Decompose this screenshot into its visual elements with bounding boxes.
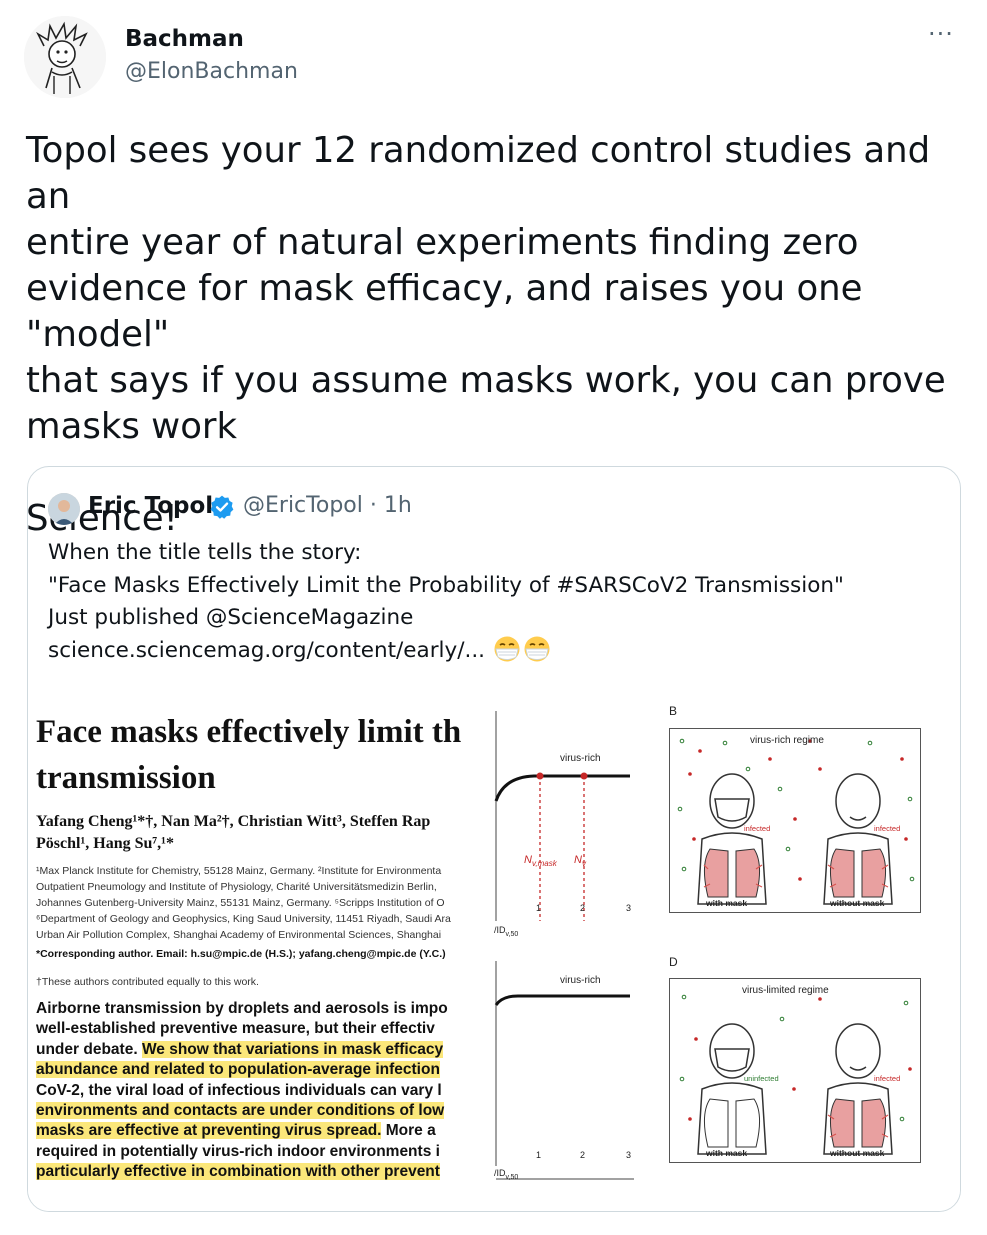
- tick-label: 2: [580, 903, 585, 913]
- graph-top: virus-rich Nv,mask Nv 1 2 3 /IDv,50: [494, 711, 631, 938]
- svg-text:infected: infected: [874, 1074, 900, 1083]
- abstract-line: masks are effective at preventing virus …: [36, 1122, 436, 1140]
- virus-rich-regime-illustration: virus-rich regime infected infected with…: [677, 735, 915, 908]
- svg-text:infected: infected: [874, 824, 900, 833]
- abstract-line: Airborne transmission by droplets and ae…: [36, 1000, 448, 1017]
- panel-d: virus-limited regime uninfected infected…: [669, 978, 921, 1163]
- quoted-tweet-image[interactable]: Face masks effectively limit th transmis…: [28, 681, 960, 1211]
- author-handle[interactable]: @ElonBachman: [125, 59, 298, 84]
- paper-title: Face masks effectively limit th transmis…: [36, 714, 462, 796]
- abstract-line: environments and contacts are under cond…: [36, 1102, 445, 1120]
- tick-label: 3: [626, 903, 631, 913]
- abstract-line: well-established preventive measure, but…: [36, 1020, 435, 1038]
- paper-corresponding-author: *Corresponding author. Email: h.su@mpic.…: [36, 948, 446, 960]
- quoted-timestamp: · 1h: [369, 493, 412, 518]
- graph-top-label: virus-rich: [560, 753, 601, 764]
- svg-text:with mask: with mask: [705, 898, 747, 908]
- svg-text:without mask: without mask: [829, 1148, 885, 1158]
- svg-text:with mask: with mask: [705, 1148, 747, 1158]
- nv-label: Nv: [574, 854, 587, 868]
- person-photo-icon: [48, 493, 80, 525]
- quoted-tweet-text: When the title tells the story: "Face Ma…: [48, 537, 928, 667]
- graph-bottom-label: virus-rich: [560, 975, 601, 986]
- tick-label: 1: [536, 1150, 541, 1160]
- quoted-author-handle: @EricTopol: [243, 493, 363, 518]
- panel-b: virus-rich regime infected infected with…: [669, 728, 921, 913]
- more-options-icon[interactable]: ···: [928, 20, 954, 48]
- svg-text:virus-limited regime: virus-limited regime: [742, 985, 829, 996]
- tick-label: 3: [626, 1150, 631, 1160]
- face-with-medical-mask-icon: [524, 636, 550, 661]
- verified-badge-icon: [210, 495, 234, 519]
- svg-text:without mask: without mask: [829, 898, 885, 908]
- author-avatar[interactable]: [24, 16, 106, 98]
- abstract-line: particularly effective in combination wi…: [36, 1163, 440, 1181]
- panel-b-letter: B: [669, 704, 678, 718]
- graph-bottom: virus-rich 1 2 3 /IDv,50: [494, 961, 634, 1181]
- paper-affiliations: ¹Max Planck Institute for Chemistry, 551…: [36, 865, 451, 941]
- nv-mask-label: Nv,mask: [524, 854, 558, 868]
- quoted-author-avatar[interactable]: [48, 493, 80, 525]
- author-name[interactable]: Bachman: [125, 26, 244, 52]
- quoted-text-body: When the title tells the story: "Face Ma…: [48, 540, 844, 663]
- svg-text:uninfected: uninfected: [744, 1074, 779, 1083]
- quoted-author-handle-and-time[interactable]: @EricTopol · 1h: [243, 493, 412, 518]
- virus-limited-regime-illustration: virus-limited regime uninfected infected…: [679, 985, 912, 1158]
- svg-text:virus-rich regime: virus-rich regime: [750, 735, 824, 746]
- panel-d-letter: D: [669, 955, 678, 969]
- paper-authors: Yafang Cheng¹*†, Nan Ma²†, Christian Wit…: [36, 813, 431, 852]
- calvin-cartoon-icon: [24, 16, 106, 98]
- paper-abstract: Airborne transmission by droplets and ae…: [36, 999, 496, 1183]
- paper-equal-contribution: †These authors contributed equally to th…: [36, 976, 259, 988]
- tick-label: 2: [580, 1150, 585, 1160]
- abstract-line: CoV-2, the viral load of infectious indi…: [36, 1081, 442, 1099]
- svg-text:infected: infected: [744, 824, 770, 833]
- quoted-author-name[interactable]: Eric Topol: [88, 493, 213, 519]
- abstract-line: under debate. We show that variations in…: [36, 1040, 444, 1058]
- abstract-line: abundance and related to population-aver…: [36, 1061, 440, 1079]
- quoted-tweet[interactable]: Eric Topol @EricTopol · 1h When the titl…: [27, 466, 961, 1212]
- face-with-medical-mask-icon: [494, 636, 520, 661]
- axis-label: /IDv,50: [494, 925, 518, 938]
- tick-label: 1: [536, 903, 541, 913]
- paper-excerpt: Face masks effectively limit th transmis…: [36, 701, 496, 1201]
- abstract-line: required in potentially virus-rich indoo…: [36, 1142, 440, 1160]
